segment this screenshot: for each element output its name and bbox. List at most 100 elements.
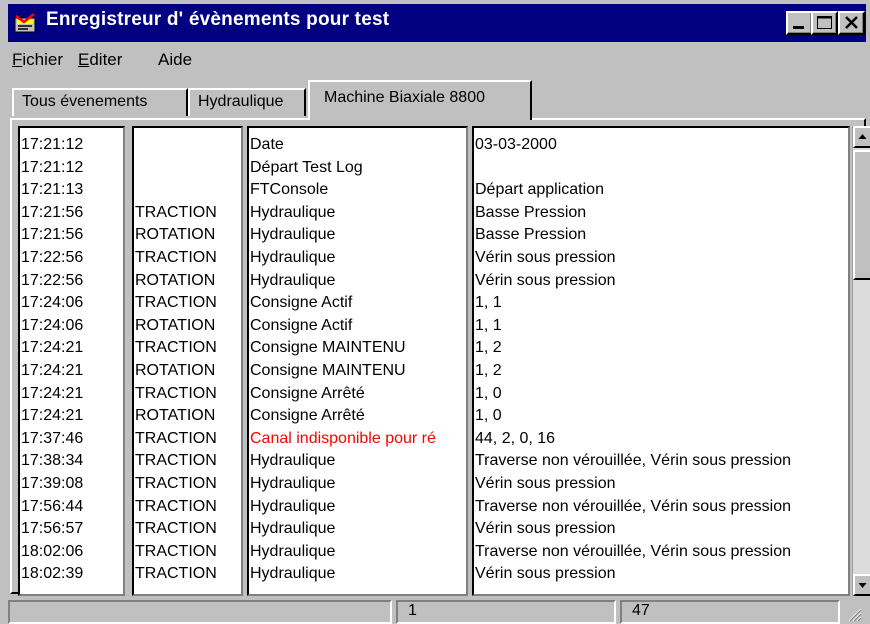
status-bar: 1 47 bbox=[8, 600, 866, 624]
category-cell: Départ Test Log bbox=[250, 158, 363, 176]
subsystem-cell: TRACTION bbox=[135, 339, 217, 357]
detail-cell: Vérin sous pression bbox=[475, 475, 616, 492]
status-panel-message bbox=[8, 600, 392, 624]
detail-cell: 1, 0 bbox=[475, 384, 502, 402]
subsystem-cell: TRACTION bbox=[135, 203, 217, 221]
category-cell: Hydraulique bbox=[250, 249, 336, 266]
subsystem-cell: ROTATION bbox=[135, 226, 216, 244]
category-cell: Hydraulique bbox=[250, 203, 336, 221]
subsystem-cell: TRACTION bbox=[135, 497, 217, 515]
menu-fichier-label: ichier bbox=[22, 50, 64, 69]
subsystem-cell: TRACTION bbox=[135, 429, 217, 447]
category-cell: Consigne MAINTENU bbox=[250, 339, 406, 357]
category-cell: Canal indisponible pour ré bbox=[250, 429, 436, 447]
menu-fichier[interactable]: Fichier bbox=[12, 50, 63, 70]
status-panel-count-1: 1 bbox=[396, 600, 616, 624]
detail-cell: Vérin sous pression bbox=[475, 520, 616, 538]
resize-grip-icon[interactable] bbox=[844, 604, 862, 622]
menu-editer[interactable]: Editer bbox=[78, 50, 122, 70]
detail-column[interactable]: 03-03-2000 Départ application Basse Pressi… bbox=[472, 126, 850, 596]
scroll-thumb[interactable] bbox=[853, 150, 870, 280]
category-column[interactable]: Date Départ Test Log FTConsole Hydraulique H… bbox=[247, 126, 468, 596]
detail-cell: Vérin sous pression bbox=[475, 249, 616, 266]
category-cell: Consigne MAINTENU bbox=[250, 362, 406, 379]
detail-cell: Traverse non vérouillée, Vérin sous pres… bbox=[475, 452, 792, 470]
scroll-down-button[interactable] bbox=[853, 574, 870, 596]
detail-cell: Basse Pression bbox=[475, 203, 587, 221]
time-cell: 17:24:06 bbox=[21, 294, 84, 312]
subsystem-column[interactable]: TRACTION ROTATION TRACTION ROTATION TRACTION… bbox=[132, 126, 243, 596]
minimize-button[interactable] bbox=[786, 11, 813, 35]
subsystem-cell: ROTATION bbox=[135, 316, 216, 334]
menu-bar: Fichier Editer Aide bbox=[8, 46, 866, 76]
subsystem-cell: TRACTION bbox=[135, 542, 217, 560]
time-cell: 17:24:21 bbox=[21, 407, 84, 425]
detail-cell: Traverse non vérouillée, Vérin sous pres… bbox=[475, 542, 792, 560]
time-cell: 17:21:13 bbox=[21, 181, 84, 199]
time-cell: 17:24:21 bbox=[21, 362, 84, 379]
detail-cell: 1, 2 bbox=[475, 339, 502, 357]
time-cell: 17:24:21 bbox=[21, 384, 84, 402]
time-cell: 17:56:57 bbox=[21, 520, 84, 538]
subsystem-cell: TRACTION bbox=[135, 520, 217, 538]
scroll-up-button[interactable] bbox=[853, 126, 870, 148]
time-cell: 17:37:46 bbox=[21, 429, 84, 447]
category-cell: Date bbox=[250, 136, 284, 153]
vertical-scrollbar[interactable] bbox=[852, 126, 870, 596]
time-cell: 17:21:56 bbox=[21, 226, 84, 244]
menu-aide[interactable]: Aide bbox=[158, 50, 192, 70]
window-title: Enregistreur d' évènements pour test bbox=[46, 9, 390, 30]
time-cell: 17:21:56 bbox=[21, 203, 84, 221]
tab-tous-evenements[interactable]: Tous évenements bbox=[12, 88, 188, 116]
category-cell: Hydraulique bbox=[250, 497, 336, 515]
tab-label: Tous évenements bbox=[22, 93, 148, 110]
time-cell: 17:24:21 bbox=[21, 339, 84, 357]
tab-hydraulique[interactable]: Hydraulique bbox=[188, 88, 306, 116]
status-panel-count-2: 47 bbox=[620, 600, 840, 624]
minimize-icon bbox=[793, 26, 804, 29]
time-cell: 17:22:56 bbox=[21, 271, 84, 289]
category-cell: Hydraulique bbox=[250, 226, 336, 244]
detail-cell: 03-03-2000 bbox=[475, 136, 557, 153]
subsystem-cell: TRACTION bbox=[135, 384, 217, 402]
category-cell: Consigne Actif bbox=[250, 294, 353, 312]
tab-label: Hydraulique bbox=[198, 93, 284, 110]
menu-fichier-accel: F bbox=[12, 50, 23, 69]
category-cell: Hydraulique bbox=[250, 271, 336, 289]
subsystem-cell: TRACTION bbox=[135, 452, 217, 470]
arrow-up-icon bbox=[858, 134, 867, 139]
category-cell: Consigne Arrêté bbox=[250, 384, 365, 402]
time-cell: 17:22:56 bbox=[21, 249, 84, 266]
maximize-button[interactable] bbox=[811, 11, 838, 35]
category-cell: Hydraulique bbox=[250, 520, 336, 538]
tab-machine-biaxiale[interactable]: Machine Biaxiale 8800 bbox=[308, 80, 532, 120]
menu-aide-label: Aide bbox=[158, 50, 193, 69]
category-cell: Hydraulique bbox=[250, 565, 336, 583]
app-icon[interactable] bbox=[14, 12, 38, 34]
detail-cell: Vérin sous pression bbox=[475, 271, 616, 289]
detail-cell: 1, 1 bbox=[475, 316, 502, 334]
menu-editer-accel: E bbox=[78, 50, 90, 69]
category-cell: Hydraulique bbox=[250, 475, 336, 492]
time-cell: 17:24:06 bbox=[21, 316, 84, 334]
category-cell: Consigne Actif bbox=[250, 316, 353, 334]
subsystem-cell: ROTATION bbox=[135, 271, 216, 289]
time-cell: 18:02:06 bbox=[21, 542, 84, 560]
time-cell: 17:56:44 bbox=[21, 497, 84, 515]
title-bar[interactable]: Enregistreur d' évènements pour test bbox=[8, 4, 866, 42]
detail-cell: Départ application bbox=[475, 181, 604, 199]
event-log: 17:21:12 17:21:12 17:21:13 17:21:56 17:21:56… bbox=[18, 126, 870, 596]
detail-cell: Vérin sous pression bbox=[475, 565, 616, 583]
arrow-down-icon bbox=[858, 583, 867, 588]
event-logger-window: Enregistreur d' évènements pour test Fic… bbox=[0, 0, 870, 624]
detail-cell: Basse Pression bbox=[475, 226, 587, 244]
menu-editer-label: diter bbox=[89, 50, 123, 69]
close-button[interactable] bbox=[838, 11, 865, 35]
time-cell: 17:38:34 bbox=[21, 452, 84, 470]
subsystem-cell: ROTATION bbox=[135, 407, 216, 425]
time-column[interactable]: 17:21:12 17:21:12 17:21:13 17:21:56 17:21:56… bbox=[18, 126, 125, 596]
time-cell: 18:02:39 bbox=[21, 565, 84, 583]
subsystem-cell: TRACTION bbox=[135, 565, 217, 583]
subsystem-cell: TRACTION bbox=[135, 294, 217, 312]
tab-label: Machine Biaxiale 8800 bbox=[324, 89, 485, 106]
